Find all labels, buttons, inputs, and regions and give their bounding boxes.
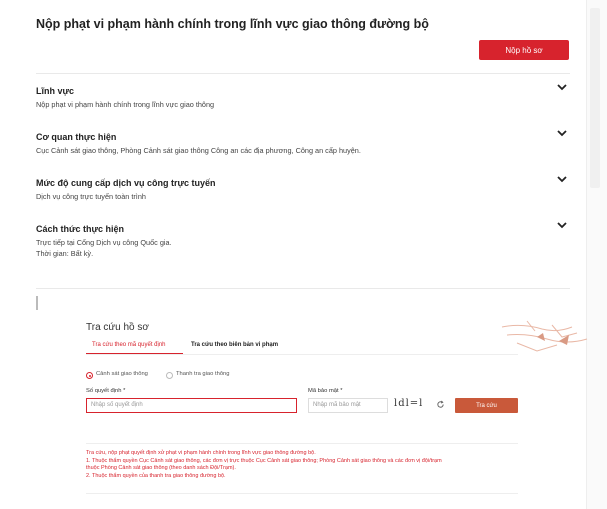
- section-header[interactable]: Cách thức thực hiện: [36, 219, 570, 234]
- scrollbar-thumb[interactable]: [590, 8, 600, 188]
- note-line: Tra cứu, nộp phạt quyết định xử phạt vi …: [86, 450, 316, 456]
- captcha-image: ldl=l: [394, 398, 424, 409]
- chevron-down-icon[interactable]: [556, 127, 568, 139]
- divider: [86, 443, 518, 444]
- section-header[interactable]: Lĩnh vực: [36, 81, 570, 96]
- divider: [36, 288, 570, 289]
- section-body: Nộp phạt vi phạm hành chính trong lĩnh v…: [36, 100, 215, 109]
- section-service-level: Mức độ cung cấp dịch vụ công trực tuyến …: [36, 173, 570, 202]
- section-header[interactable]: Cơ quan thực hiện: [36, 127, 570, 142]
- section-body-line: Thời gian: Bất kỳ.: [36, 249, 94, 258]
- tab-by-record[interactable]: Tra cứu theo biên bản vi phạm: [191, 342, 278, 348]
- note-line: thuộc Phòng Cảnh sát giao thông (theo da…: [86, 465, 236, 471]
- refresh-icon[interactable]: [436, 400, 445, 409]
- chevron-down-icon[interactable]: [556, 173, 568, 185]
- active-tab-indicator: [86, 353, 183, 354]
- lookup-notes: Tra cứu, nộp phạt quyết định xử phạt vi …: [86, 450, 518, 480]
- lookup-button[interactable]: Tra cứu: [455, 398, 518, 413]
- note-line: 1. Thuộc thẩm quyền Cục Cảnh sát giao th…: [86, 457, 442, 464]
- tab-by-decision[interactable]: Tra cứu theo mã quyết định: [92, 342, 166, 348]
- captcha-input[interactable]: Nhập mã bảo mật: [308, 398, 388, 413]
- section-method: Cách thức thực hiện Trực tiếp tại Cổng D…: [36, 219, 570, 259]
- chevron-down-icon[interactable]: [556, 81, 568, 93]
- section-body: Dịch vụ công trực tuyến toàn trình: [36, 192, 146, 201]
- note-line: 2. Thuộc thẩm quyền của thanh tra giao t…: [86, 472, 226, 479]
- radio-traffic-police[interactable]: [86, 372, 93, 379]
- chevron-down-icon[interactable]: [556, 219, 568, 231]
- divider: [86, 493, 518, 494]
- section-title: Cách thức thực hiện: [36, 224, 125, 234]
- radio-traffic-inspection[interactable]: [166, 372, 173, 379]
- section-body-line: Trực tiếp tại Cổng Dịch vụ công Quốc gia…: [36, 238, 172, 247]
- section-agency: Cơ quan thực hiện Cục Cảnh sát giao thôn…: [36, 127, 570, 156]
- radio-label: Cảnh sát giao thông: [96, 371, 148, 377]
- section-header[interactable]: Mức độ cung cấp dịch vụ công trực tuyến: [36, 173, 570, 188]
- section-title: Lĩnh vực: [36, 86, 75, 96]
- decision-number-label: Số quyết định *: [86, 388, 126, 394]
- section-body: Trực tiếp tại Cổng Dịch vụ công Quốc gia…: [36, 237, 570, 259]
- section-marker: [36, 296, 38, 310]
- divider: [36, 73, 570, 74]
- section-title: Cơ quan thực hiện: [36, 132, 117, 142]
- tabs-baseline: [86, 354, 518, 355]
- radio-label: Thanh tra giao thông: [176, 371, 230, 377]
- decision-number-input[interactable]: Nhập số quyết định: [86, 398, 297, 413]
- section-field: Lĩnh vực Nộp phạt vi phạm hành chính tro…: [36, 81, 570, 110]
- section-body: Cục Cảnh sát giao thông, Phòng Cảnh sát …: [36, 146, 361, 155]
- section-title: Mức độ cung cấp dịch vụ công trực tuyến: [36, 178, 216, 188]
- page: Nộp phạt vi phạm hành chính trong lĩnh v…: [0, 0, 607, 509]
- submit-application-button[interactable]: Nộp hồ sơ: [479, 40, 569, 60]
- captcha-label: Mã bảo mật *: [308, 388, 343, 394]
- lookup-title: Tra cứu hồ sơ: [86, 322, 149, 333]
- page-title: Nộp phạt vi phạm hành chính trong lĩnh v…: [36, 17, 429, 31]
